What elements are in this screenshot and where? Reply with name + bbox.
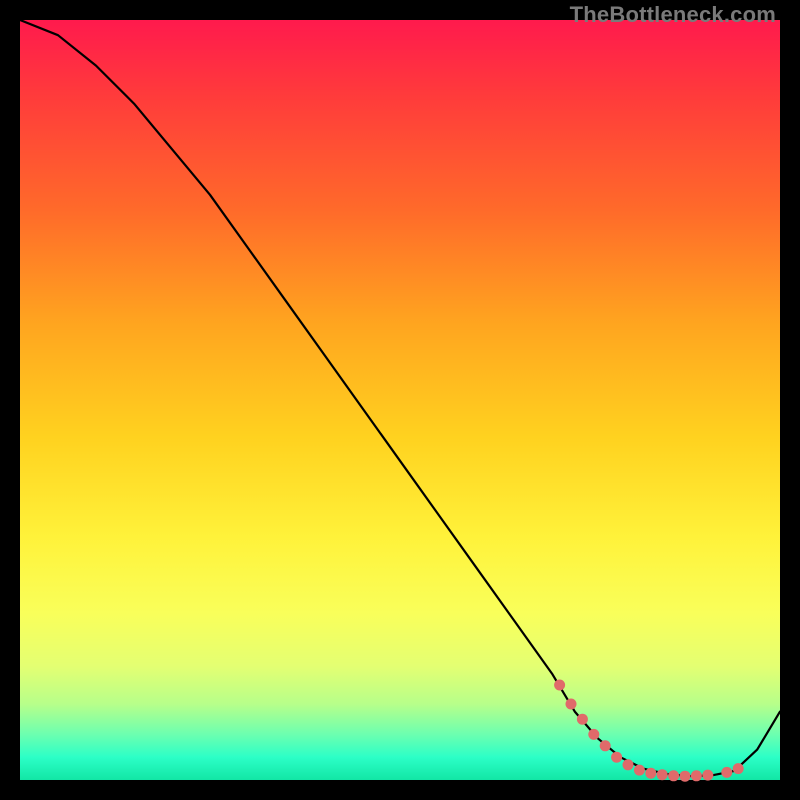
data-marker [691,770,702,781]
data-marker [657,769,668,780]
data-marker [566,699,577,710]
data-marker [668,770,679,781]
data-marker [623,759,634,770]
data-marker [721,767,732,778]
data-marker [702,770,713,781]
data-marker [588,729,599,740]
data-marker [611,752,622,763]
gradient-plot-area [20,20,780,780]
data-marker [645,768,656,779]
data-marker [634,765,645,776]
bottleneck-curve [20,20,780,776]
watermark-text: TheBottleneck.com [570,2,776,28]
data-marker [554,680,565,691]
curve-layer [20,20,780,780]
data-marker [733,763,744,774]
data-marker [577,714,588,725]
data-marker [600,740,611,751]
chart-frame: TheBottleneck.com [0,0,800,800]
marker-group [554,680,744,782]
data-marker [680,771,691,782]
